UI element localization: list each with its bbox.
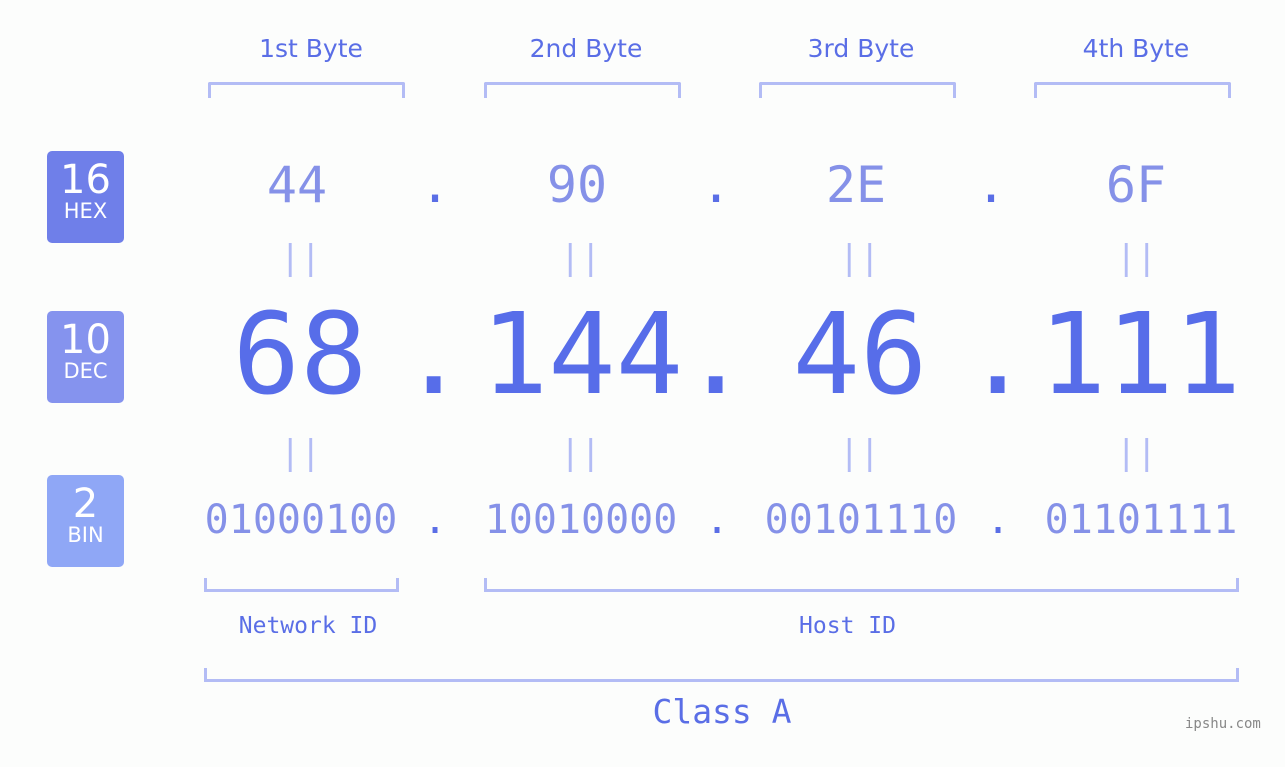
hex-byte-4: 6F: [1105, 156, 1167, 214]
bin-badge-number: 2: [72, 481, 99, 527]
hex-dot-2: .: [701, 156, 732, 214]
byte-header-4: 4th Byte: [1082, 34, 1190, 63]
dec-byte-4: 111: [1038, 290, 1242, 420]
equals-sign: ||: [1116, 433, 1157, 473]
hex-byte-1: 44: [266, 156, 328, 214]
dec-badge-label: DEC: [63, 359, 108, 383]
network-id-label: Network ID: [238, 613, 378, 639]
hex-byte-3: 2E: [825, 156, 887, 214]
class-bracket: [204, 668, 1239, 682]
network-id-bracket: [204, 578, 399, 592]
byte-bracket-2: [484, 82, 681, 98]
host-id-label: Host ID: [799, 613, 896, 639]
bin-byte-1: 01000100: [204, 497, 398, 543]
dec-byte-1: 68: [232, 290, 368, 420]
hex-dot-1: .: [420, 156, 451, 214]
equals-sign: ||: [280, 238, 321, 278]
byte-bracket-1: [208, 82, 405, 98]
hex-byte-2: 90: [546, 156, 608, 214]
equals-sign: ||: [839, 238, 880, 278]
bin-dot-2: .: [705, 497, 730, 543]
byte-header-1: 1st Byte: [259, 34, 363, 63]
dec-badge: 10 DEC: [47, 311, 124, 403]
bin-byte-3: 00101110: [764, 497, 958, 543]
byte-bracket-4: [1034, 82, 1231, 98]
byte-bracket-3: [759, 82, 956, 98]
host-id-bracket: [484, 578, 1239, 592]
dec-byte-2: 144: [480, 290, 684, 420]
equals-sign: ||: [1116, 238, 1157, 278]
class-label: Class A: [652, 692, 792, 731]
hex-badge-number: 16: [60, 157, 111, 203]
equals-sign: ||: [560, 238, 601, 278]
bin-dot-3: .: [986, 497, 1011, 543]
bin-badge: 2 BIN: [47, 475, 124, 567]
hex-dot-3: .: [976, 156, 1007, 214]
byte-header-3: 3rd Byte: [807, 34, 915, 63]
equals-sign: ||: [839, 433, 880, 473]
equals-sign: ||: [560, 433, 601, 473]
dec-badge-number: 10: [60, 317, 111, 363]
hex-badge: 16 HEX: [47, 151, 124, 243]
bin-byte-4: 01101111: [1044, 497, 1238, 543]
watermark: ipshu.com: [1185, 716, 1261, 732]
dec-byte-3: 46: [792, 290, 928, 420]
hex-badge-label: HEX: [63, 199, 108, 223]
byte-header-2: 2nd Byte: [529, 34, 643, 63]
bin-badge-label: BIN: [67, 523, 104, 547]
bin-byte-2: 10010000: [484, 497, 678, 543]
equals-sign: ||: [280, 433, 321, 473]
bin-dot-1: .: [423, 497, 448, 543]
